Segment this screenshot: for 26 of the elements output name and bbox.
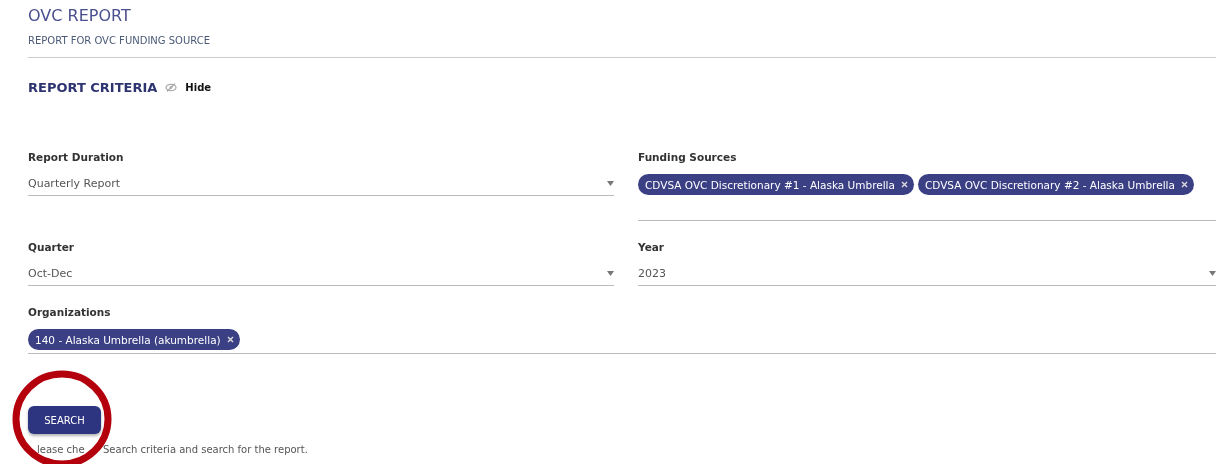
search-button[interactable]: SEARCH [28,406,101,434]
select-field[interactable]: Oct-Dec [28,261,614,286]
field-label: Quarter [28,241,75,253]
field-label: Funding Sources [638,151,738,163]
selected-chip: CDVSA OVC Discretionary #2 - Alaska Umbrella [917,174,1194,195]
remove-icon[interactable] [900,181,908,188]
dropdown-caret-icon [607,180,614,186]
select-field[interactable]: Quarterly Report [28,171,614,196]
field-label: Year [638,241,666,253]
selected-chip: CDVSA OVC Discretionary #1 - Alaska Umbrella [638,174,914,195]
dropdown-caret-icon [1209,270,1216,276]
dropdown-caret-icon [607,270,614,276]
page-subtitle: REPORT FOR OVC FUNDING SOURCE [28,34,212,48]
section-title: REPORT CRITERIA [28,80,158,95]
field-label: Report Duration [28,151,125,163]
page-title: OVC REPORT [28,5,132,27]
hide-link[interactable]: Hide [185,82,212,93]
selected-chip: 140 - Alaska Umbrella (akumbrella) [28,329,240,350]
hint-text: Search criteria and search for the report. [103,444,309,455]
hint-text: lease che [36,444,86,455]
multi-select-field[interactable]: 140 - Alaska Umbrella (akumbrella) [28,326,1216,354]
select-field[interactable]: 2023 [638,261,1216,286]
multi-select-field[interactable]: CDVSA OVC Discretionary #1 - Alaska Umbrella CDVSA OVC Discretionary #2 - Alaska Umbrella [638,171,1216,221]
field-label: Organizations [28,306,112,318]
remove-icon[interactable] [226,336,234,343]
remove-icon[interactable] [1180,181,1188,188]
